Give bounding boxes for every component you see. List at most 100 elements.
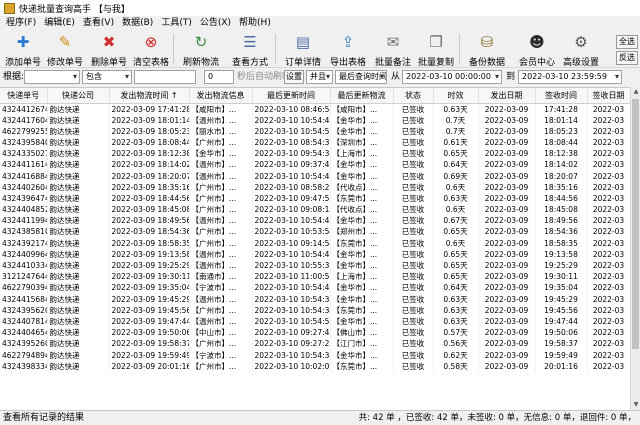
from-datetime-input[interactable]: 2022-03-10 00:00:00 bbox=[402, 70, 502, 84]
table-cell: 4324335027... bbox=[0, 148, 48, 160]
toolbar-button[interactable]: ✉ 批量备注 bbox=[372, 31, 414, 68]
column-header[interactable]: 时效 bbox=[433, 88, 479, 104]
table-cell: 【南通市】... bbox=[189, 271, 253, 283]
toolbar-button-label: 刷新物流 bbox=[182, 58, 219, 68]
table-row[interactable]: 4324415684...韵达快递2022-03-09 19:45:29【温州市… bbox=[0, 293, 631, 305]
filter-field-select[interactable] bbox=[24, 70, 80, 84]
toolbar-button[interactable]: ✖ 删除单号 bbox=[88, 31, 130, 68]
table-cell: 19:47:44 bbox=[535, 315, 588, 328]
select-all-button[interactable]: 全选 bbox=[616, 35, 638, 49]
status-left-text: 查看所有记录的结果 bbox=[3, 413, 85, 423]
toolbar-button[interactable]: ↻ 刷新物流 bbox=[180, 31, 222, 68]
scroll-up-icon[interactable]: ▲ bbox=[631, 87, 640, 97]
table-row[interactable]: 4622794894...韵达快递2022-03-09 19:59:49【宁波市… bbox=[0, 349, 631, 361]
column-header[interactable]: 签收日期 bbox=[587, 88, 631, 104]
column-header[interactable]: 最后更新时间 bbox=[252, 88, 331, 104]
table-cell: 【广州市】... bbox=[189, 360, 253, 372]
table-cell: 0.62天 bbox=[433, 349, 479, 361]
menu-item[interactable]: 数据(B) bbox=[118, 16, 157, 30]
table-cell: 已签收 bbox=[393, 192, 434, 204]
toolbar-button[interactable]: ⊗ 清空表格 bbox=[130, 31, 172, 68]
table-cell: 2022-03-10 08:54:39 bbox=[252, 136, 331, 149]
table-row[interactable]: 4324411614...韵达快递2022-03-09 18:14:02【温州市… bbox=[0, 159, 631, 171]
vertical-scrollbar[interactable]: ▲ ▼ bbox=[630, 87, 640, 410]
toolbar-button[interactable]: ❐ 批量复制 bbox=[415, 31, 457, 68]
table-cell: 韵达快递 bbox=[47, 136, 110, 149]
toolbar-button[interactable]: ✎ 修改单号 bbox=[44, 31, 86, 68]
table-cell: 【深圳市】... bbox=[330, 136, 394, 149]
toolbar-button[interactable]: ▤ 订单详情 bbox=[282, 31, 324, 68]
table-cell: 4324385810... bbox=[0, 226, 48, 238]
toolbar-button[interactable]: ⚙ 高级设置 bbox=[560, 31, 602, 68]
table-row[interactable]: 4324385810...韵达快递2022-03-09 18:54:36【广州市… bbox=[0, 226, 631, 238]
logic-select[interactable]: 并且 bbox=[306, 70, 333, 84]
table-row[interactable]: 4622790394...韵达快递2022-03-09 19:35:04【宁波市… bbox=[0, 282, 631, 294]
menu-item[interactable]: 编辑(E) bbox=[40, 16, 79, 30]
column-header[interactable]: 快递公司 bbox=[47, 88, 110, 104]
table-row[interactable]: 4324409964...韵达快递2022-03-09 19:13:58【温州市… bbox=[0, 248, 631, 260]
table-row[interactable]: 4324411994...韵达快递2022-03-09 18:49:56【温州市… bbox=[0, 215, 631, 227]
table-row[interactable]: 4324395840...韵达快递2022-03-09 18:08:44【广州市… bbox=[0, 136, 631, 149]
table-cell: 韵达快递 bbox=[47, 259, 110, 272]
table-cell: 0.56天 bbox=[433, 338, 479, 350]
settings-button[interactable]: 设置 bbox=[284, 70, 304, 84]
table-row[interactable]: 4324402604...韵达快递2022-03-09 18:35:16【广州市… bbox=[0, 181, 631, 193]
scroll-down-icon[interactable]: ▼ bbox=[631, 400, 640, 410]
invert-selection-button[interactable]: 反选 bbox=[616, 51, 638, 65]
refresh-seconds-input[interactable]: 0 bbox=[204, 70, 234, 84]
keyword-input[interactable] bbox=[134, 70, 196, 84]
table-row[interactable]: 4324335027...韵达快递2022-03-09 18:12:38【金华市… bbox=[0, 148, 631, 160]
table-row[interactable]: 4324396474...韵达快递2022-03-09 18:44:56【广州市… bbox=[0, 192, 631, 204]
toolbar-button[interactable]: ⇪ 导出表格 bbox=[327, 31, 369, 68]
column-header[interactable]: 快递单号 bbox=[0, 88, 48, 104]
table-row[interactable]: 4324392174...韵达快递2022-03-09 18:58:35【广州市… bbox=[0, 237, 631, 249]
table-cell: 2022-03 bbox=[587, 349, 631, 361]
menu-item[interactable]: 工具(T) bbox=[157, 16, 196, 30]
scrollbar-thumb[interactable] bbox=[632, 99, 639, 349]
auto-refresh-label: 秒后自动刷新 bbox=[237, 72, 292, 82]
column-header[interactable]: 发出日期 bbox=[478, 88, 536, 104]
table-row[interactable]: 4324416884...韵达快递2022-03-09 18:20:07【温州市… bbox=[0, 170, 631, 182]
table-row[interactable]: 4324407814...韵达快递2022-03-09 19:47:44【温州市… bbox=[0, 315, 631, 328]
menu-item[interactable]: 帮助(H) bbox=[235, 16, 275, 30]
table-cell: 2022-03-09 bbox=[478, 327, 536, 339]
column-header[interactable]: 最后更新物流 bbox=[330, 88, 394, 104]
menu-item[interactable]: 程序(F) bbox=[2, 16, 40, 30]
column-header[interactable]: 发出物流信息 bbox=[189, 88, 253, 104]
table-cell: 已签收 bbox=[393, 215, 434, 227]
table-cell: 2022-03-09 bbox=[478, 237, 536, 249]
column-header[interactable]: 状态 bbox=[393, 88, 434, 104]
to-datetime-input[interactable]: 2022-03-10 23:59:59 bbox=[518, 70, 622, 84]
table-row[interactable]: 4324395260...韵达快递2022-03-09 19:58:37【广州市… bbox=[0, 338, 631, 350]
menu-item[interactable]: 查看(V) bbox=[79, 16, 118, 30]
table-cell: 【宁波市】... bbox=[189, 349, 253, 361]
toolbar-button-label: 备份数据 bbox=[468, 58, 505, 68]
column-header[interactable]: 发出物流时间 ↑ bbox=[109, 88, 190, 104]
table-row[interactable]: 4324395620...韵达快递2022-03-09 19:45:56【广州市… bbox=[0, 304, 631, 316]
match-mode-select[interactable]: 包含 bbox=[82, 70, 132, 84]
table-row[interactable]: 4324404654...韵达快递2022-03-09 19:50:06【中山市… bbox=[0, 327, 631, 339]
toolbar-button[interactable]: ✚ 添加单号 bbox=[2, 31, 44, 68]
table-row[interactable]: 3121247644...韵达快递2022-03-09 19:30:11【南通市… bbox=[0, 271, 631, 283]
table-cell: 【宁波市】... bbox=[189, 282, 253, 294]
time-field-select[interactable]: 最后查询时间 bbox=[335, 70, 387, 84]
table-cell: 韵达快递 bbox=[47, 327, 110, 339]
toolbar-button[interactable]: ☻ 会员中心 bbox=[516, 31, 558, 68]
table-row[interactable]: 4324398334...韵达快递2022-03-09 20:01:16【广州市… bbox=[0, 360, 631, 372]
table-cell: 韵达快递 bbox=[47, 204, 110, 216]
menu-item[interactable]: 公告(X) bbox=[196, 16, 235, 30]
table-cell: 2022-03 bbox=[587, 204, 631, 216]
table-cell: 已签收 bbox=[393, 226, 434, 238]
table-row[interactable]: 4324410334...韵达快递2022-03-09 19:25:29【温州市… bbox=[0, 259, 631, 272]
table-cell: 【中山市】... bbox=[189, 327, 253, 339]
table-cell: 2022-03-10 10:54:47 bbox=[252, 248, 331, 260]
table-row[interactable]: 4622799255...韵达快递2022-03-09 18:05:23【丽水市… bbox=[0, 125, 631, 137]
table-cell: 18:35:16 bbox=[535, 181, 588, 193]
toolbar-button-label: 批量备注 bbox=[374, 58, 411, 68]
toolbar-button[interactable]: ⛁ 备份数据 bbox=[466, 31, 508, 68]
table-row[interactable]: 4324417604...韵达快递2022-03-09 18:01:14【温州市… bbox=[0, 114, 631, 126]
table-row[interactable]: 4324404852...韵达快递2022-03-09 18:45:08【广州市… bbox=[0, 204, 631, 216]
column-header[interactable]: 签收时间 bbox=[535, 88, 588, 104]
toolbar-button[interactable]: ☰ 查看方式 bbox=[229, 31, 271, 68]
table-row[interactable]: 4324412674...韵达快递2022-03-09 17:41:28【咸阳市… bbox=[0, 103, 631, 115]
